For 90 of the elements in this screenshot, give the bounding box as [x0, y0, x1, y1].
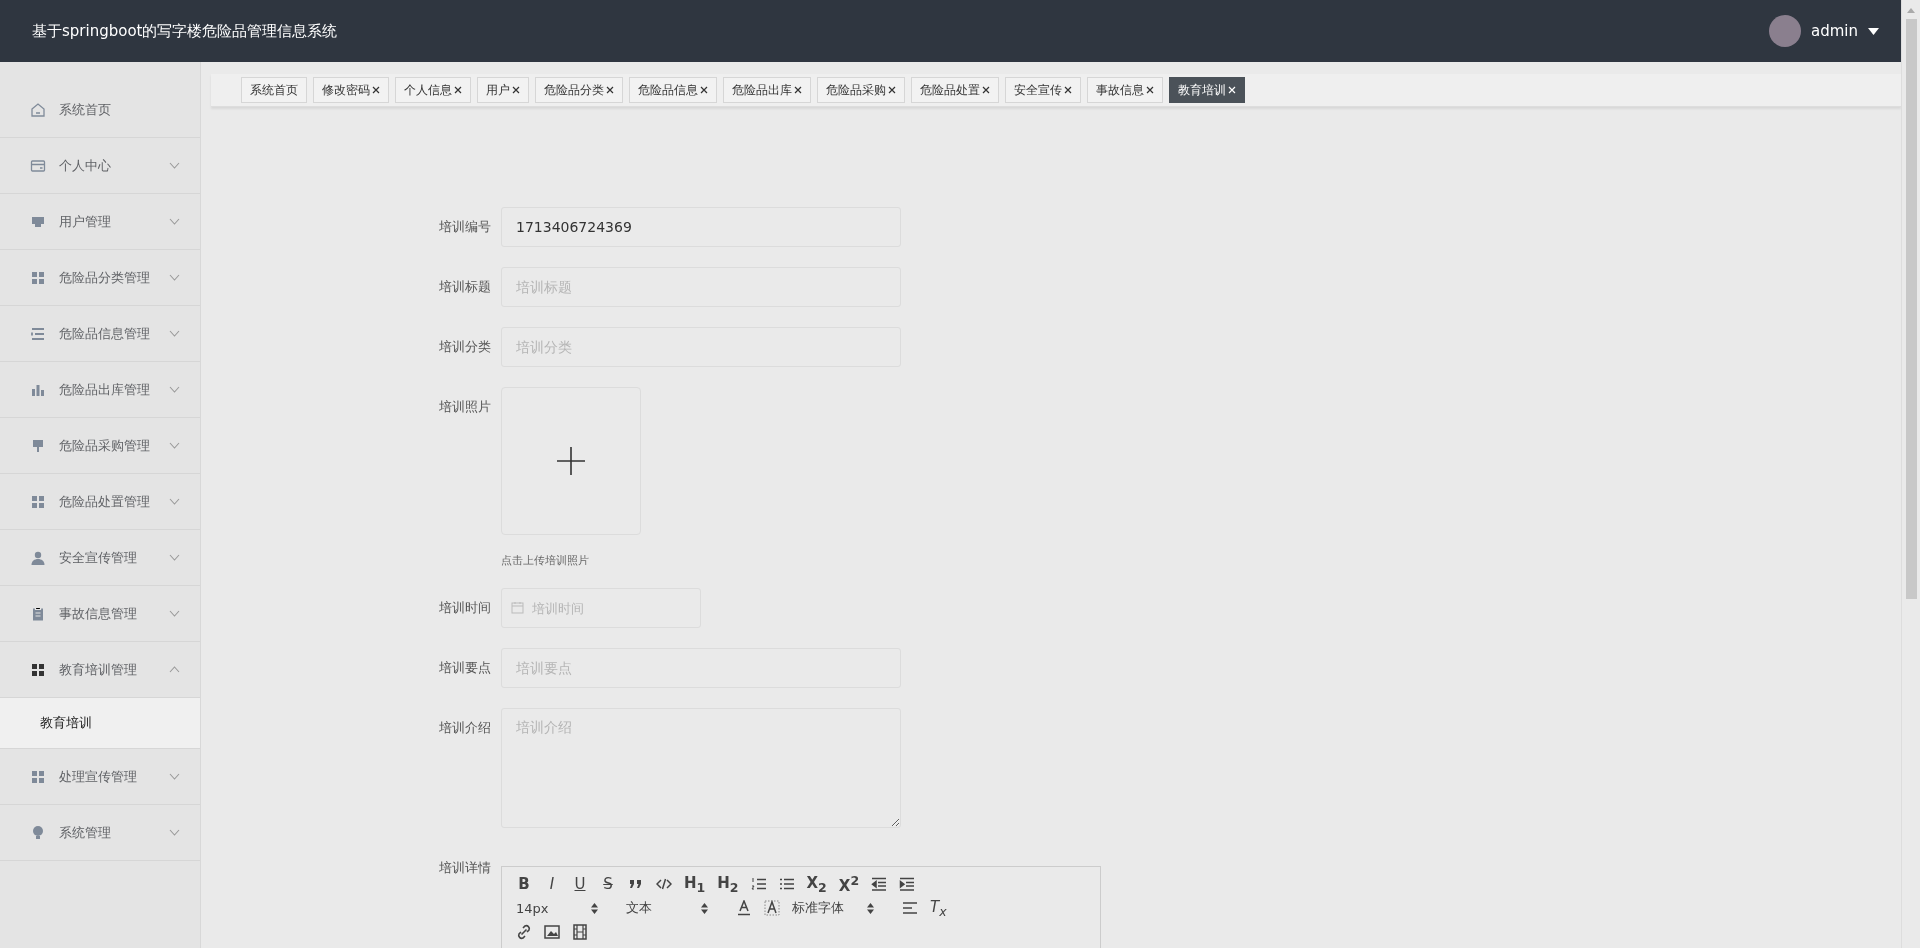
ordered-list-icon[interactable]: [750, 876, 767, 892]
format-button[interactable]: X$_{2}$: [806, 873, 827, 895]
menu-icon: [30, 605, 46, 622]
sidebar-item[interactable]: 危险品信息管理: [0, 306, 200, 362]
upload-hint: 点击上传培训照片: [501, 553, 590, 568]
caret-icon[interactable]: [1868, 27, 1879, 35]
close-icon[interactable]: [888, 86, 896, 94]
tab[interactable]: 个人信息: [395, 77, 471, 103]
link-icon[interactable]: [516, 924, 532, 940]
format-button[interactable]: S: [600, 875, 616, 893]
field-label: 培训分类: [438, 338, 492, 356]
video-icon[interactable]: [572, 924, 588, 940]
sort-arrows-icon: [701, 902, 708, 914]
tab[interactable]: 教育培训: [1169, 77, 1245, 103]
format-button[interactable]: H$_{2}$: [717, 873, 739, 895]
menu-icon: [30, 157, 46, 174]
menu-icon: [30, 768, 46, 785]
sidebar-item[interactable]: 安全宣传管理: [0, 530, 200, 586]
sidebar-item[interactable]: 系统首页: [0, 82, 200, 138]
sidebar-item[interactable]: 危险品处置管理: [0, 474, 200, 530]
tab[interactable]: 危险品信息: [629, 77, 717, 103]
field-label: 培训详情: [438, 859, 492, 877]
sidebar-subitem[interactable]: 教育培训: [0, 698, 200, 749]
sort-arrows-icon: [867, 902, 874, 914]
toolbar-select[interactable]: 标准字体: [792, 899, 874, 917]
bullet-list-icon[interactable]: [778, 876, 795, 892]
toolbar-select[interactable]: 14px: [516, 900, 598, 916]
close-icon[interactable]: [372, 86, 380, 94]
tab[interactable]: 危险品处置: [911, 77, 999, 103]
close-icon[interactable]: [512, 86, 520, 94]
scroll-thumb[interactable]: [1905, 19, 1917, 599]
field-label: 培训编号: [438, 218, 492, 236]
field-label: 培训要点: [438, 659, 492, 677]
field-label: 培训介绍: [438, 719, 492, 737]
format-button[interactable]: H$_{1}$: [684, 873, 706, 895]
background-icon[interactable]: [764, 900, 780, 916]
toolbar-select[interactable]: 文本: [626, 899, 708, 917]
user-name[interactable]: admin: [1811, 22, 1858, 40]
close-icon[interactable]: [454, 86, 462, 94]
app-title: 基于springboot的写字楼危险品管理信息系统: [32, 21, 338, 41]
plus-icon: [557, 447, 585, 475]
sidebar-item[interactable]: 处理宣传管理: [0, 749, 200, 805]
menu-icon: [30, 269, 46, 286]
calendar-icon: [511, 601, 524, 614]
field-label: 培训标题: [438, 278, 492, 296]
image-icon[interactable]: [544, 924, 560, 940]
code-icon[interactable]: [656, 876, 672, 892]
close-icon[interactable]: [794, 86, 802, 94]
menu-icon: [30, 437, 46, 454]
close-icon[interactable]: [700, 86, 708, 94]
close-icon[interactable]: [1146, 86, 1154, 94]
format-button[interactable]: I: [544, 875, 560, 893]
input-field[interactable]: 1713406724369: [501, 207, 901, 247]
tab[interactable]: 系统首页: [241, 77, 307, 103]
menu-icon: [30, 549, 46, 566]
close-icon[interactable]: [606, 86, 614, 94]
avatar-icon[interactable]: [1769, 15, 1801, 47]
color-icon[interactable]: [736, 900, 752, 916]
tab[interactable]: 事故信息: [1087, 77, 1163, 103]
tab[interactable]: 用户: [477, 77, 529, 103]
field-label: 培训时间: [438, 599, 492, 617]
tab[interactable]: 安全宣传: [1005, 77, 1081, 103]
indent-icon[interactable]: [899, 876, 916, 892]
format-button[interactable]: T$_{x}$: [930, 897, 947, 919]
sidebar-item[interactable]: 危险品采购管理: [0, 418, 200, 474]
tab[interactable]: 危险品出库: [723, 77, 811, 103]
menu-icon: [30, 101, 46, 118]
close-icon[interactable]: [1064, 86, 1072, 94]
sidebar-item[interactable]: 用户管理: [0, 194, 200, 250]
align-icon[interactable]: [902, 900, 918, 916]
format-button[interactable]: U: [572, 875, 588, 893]
menu-icon: [30, 325, 46, 342]
tab[interactable]: 修改密码: [313, 77, 389, 103]
format-button[interactable]: X$^{2}$: [838, 873, 860, 895]
outdent-icon[interactable]: [871, 876, 888, 892]
sidebar-item[interactable]: 事故信息管理: [0, 586, 200, 642]
menu-icon: [30, 824, 46, 841]
sort-arrows-icon: [591, 902, 598, 914]
scrollbar[interactable]: [1901, 0, 1920, 948]
sidebar-item[interactable]: 个人中心: [0, 138, 200, 194]
sidebar-item[interactable]: 系统管理: [0, 805, 200, 861]
format-button[interactable]: B: [516, 875, 532, 893]
sidebar-item[interactable]: 危险品分类管理: [0, 250, 200, 306]
field-label: 培训照片: [438, 398, 492, 416]
menu-icon: [30, 661, 46, 678]
tab[interactable]: 危险品分类: [535, 77, 623, 103]
sidebar-item[interactable]: 危险品出库管理: [0, 362, 200, 418]
menu-icon: [30, 493, 46, 510]
close-icon[interactable]: [982, 86, 990, 94]
tab[interactable]: 危险品采购: [817, 77, 905, 103]
